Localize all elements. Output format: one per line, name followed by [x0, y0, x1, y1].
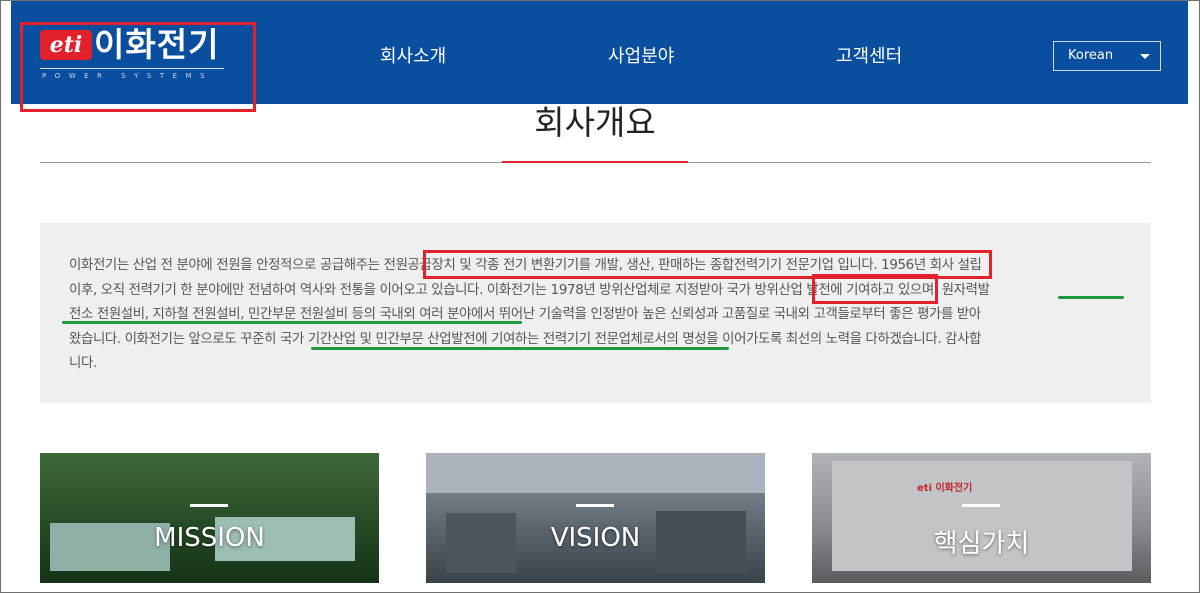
factory-ceiling [426, 453, 765, 493]
card-mission[interactable]: MISSION [40, 453, 379, 583]
language-select[interactable]: Korean [1053, 41, 1161, 71]
intro-line: 이후, 오직 전력기기 한 분야에만 전념하여 역사와 전통을 이어오고 있습니… [69, 282, 990, 298]
highlight-box-defense [812, 274, 938, 304]
chevron-down-icon [1140, 54, 1150, 59]
underline-national-industry [311, 347, 729, 350]
building-sign: eti 이화전기 [917, 483, 973, 494]
intro-line: 니다. [69, 356, 97, 371]
nav-item-business[interactable]: 사업분야 [608, 42, 674, 68]
card-vision[interactable]: VISION [426, 453, 765, 583]
nav-item-company[interactable]: 회사소개 [380, 42, 446, 68]
logo-highlight-box [20, 22, 256, 112]
nav-item-customer-center[interactable]: 고객센터 [836, 42, 902, 68]
underline-nuclear [1058, 296, 1124, 299]
card-dash [576, 504, 614, 507]
card-label: VISION [550, 523, 641, 553]
title-accent-line [502, 161, 688, 163]
card-label: 핵심가치 [933, 529, 1030, 559]
language-value: Korean [1068, 48, 1114, 63]
underline-facilities [62, 321, 522, 324]
card-core-values[interactable]: eti 이화전기 핵심가치 [812, 453, 1151, 583]
card-dash [962, 504, 1000, 507]
card-dash [190, 504, 228, 507]
card-label: MISSION [154, 523, 265, 553]
